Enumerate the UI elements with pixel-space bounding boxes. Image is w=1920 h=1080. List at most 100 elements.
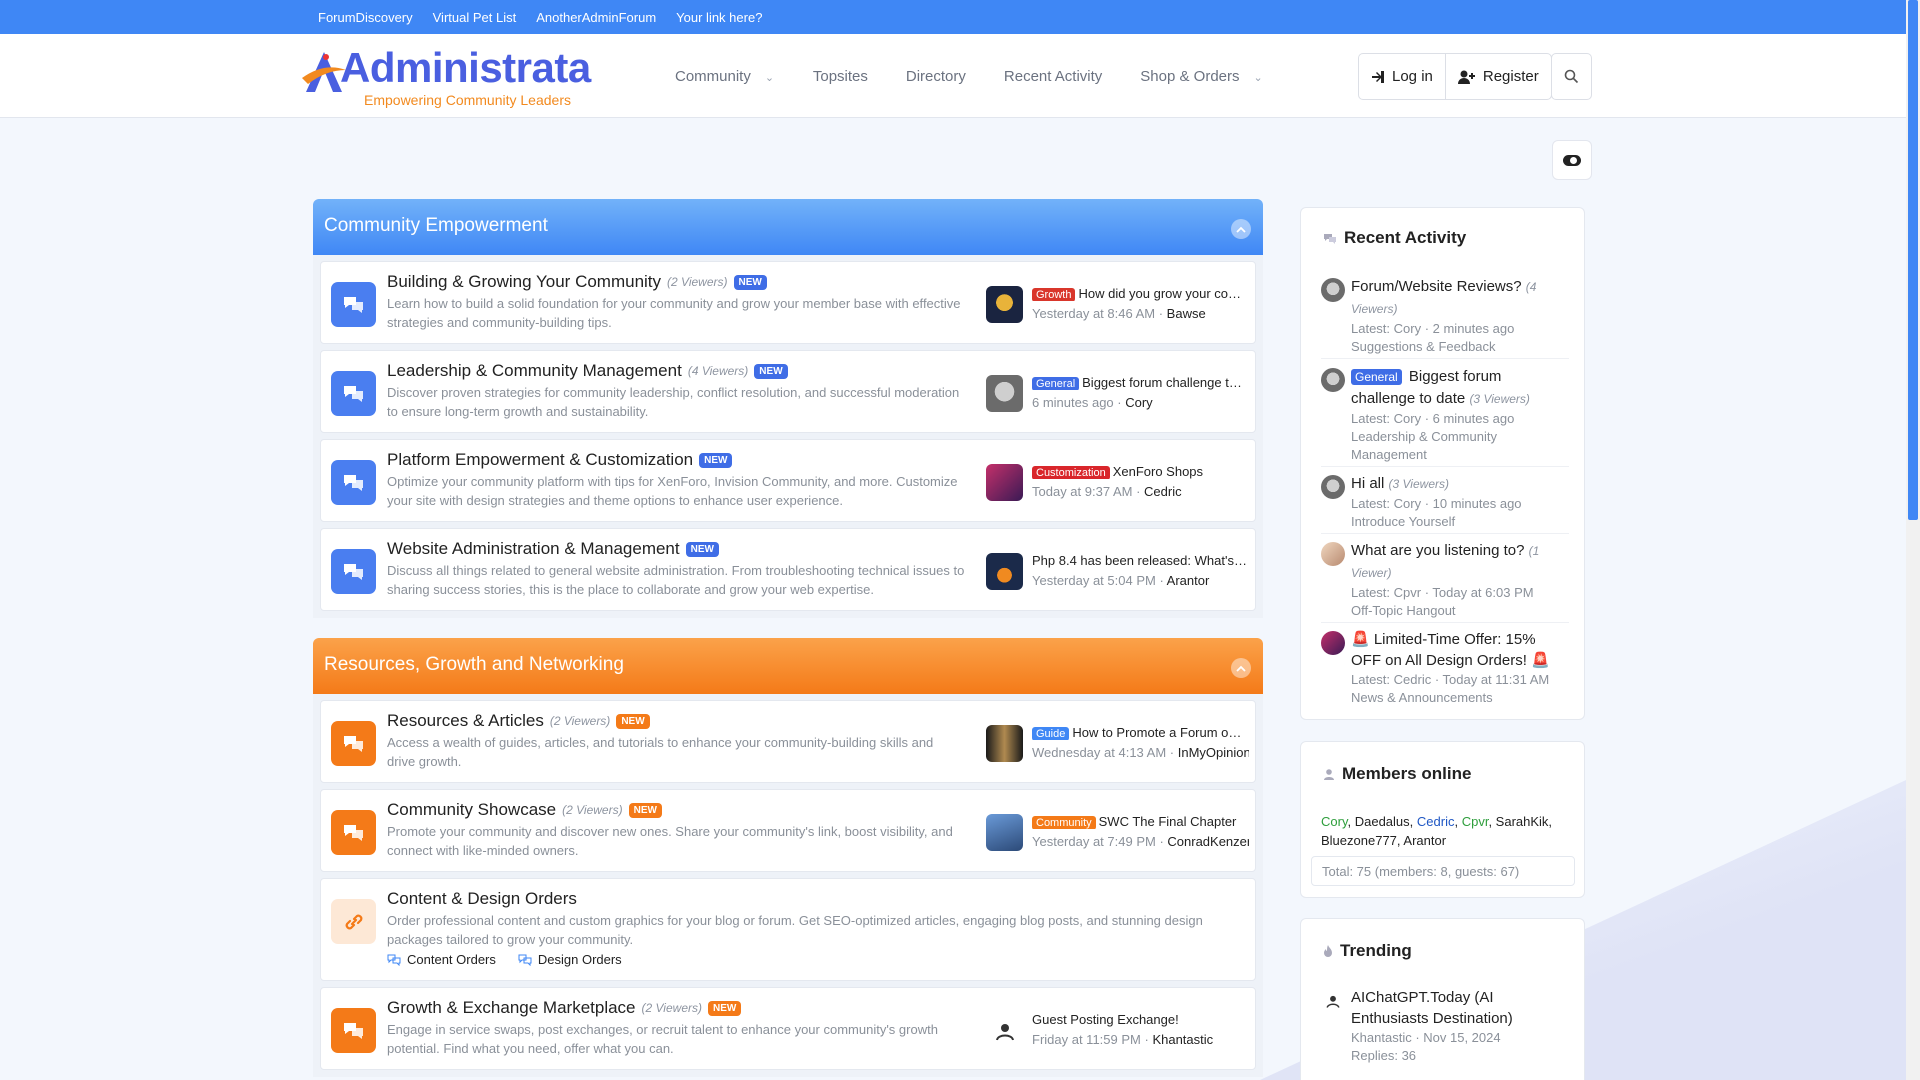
last-post-title-link[interactable]: GuideHow to Promote a Forum on Social Me… bbox=[1032, 725, 1247, 740]
nav-recent-activity[interactable]: Recent Activity bbox=[985, 68, 1121, 85]
activity-forum[interactable]: Leadership & Community Management bbox=[1351, 428, 1561, 464]
avatar[interactable] bbox=[986, 464, 1023, 501]
theme-toggle-button[interactable] bbox=[1552, 140, 1592, 180]
category-header[interactable]: Resources, Growth and Networking bbox=[313, 638, 1263, 694]
avatar[interactable] bbox=[986, 725, 1023, 762]
activity-forum[interactable]: Off-Topic Hangout bbox=[1351, 602, 1561, 620]
online-member[interactable]: Cpvr bbox=[1462, 814, 1489, 829]
last-post-user[interactable]: InMyOpinion bbox=[1178, 745, 1249, 760]
online-member[interactable]: SarahKik bbox=[1496, 814, 1549, 829]
avatar[interactable] bbox=[986, 375, 1023, 412]
collapse-button[interactable] bbox=[1231, 219, 1251, 239]
avatar[interactable] bbox=[986, 553, 1023, 590]
last-post-title-link[interactable]: Community SWC The Final Chapter bbox=[1032, 814, 1247, 829]
logo-text: Administrata bbox=[340, 44, 591, 91]
last-post-user[interactable]: Arantor bbox=[1167, 573, 1210, 588]
last-post-title-link[interactable]: Guest Posting Exchange! bbox=[1032, 1012, 1247, 1027]
category-body: Building & Growing Your Community (2 Vie… bbox=[313, 255, 1263, 618]
activity-title[interactable]: 🚨 Limited-Time Offer: 15% OFF on All Des… bbox=[1351, 631, 1550, 669]
forum-node[interactable]: Website Administration & Management NEW … bbox=[320, 528, 1256, 611]
avatar[interactable] bbox=[1321, 368, 1345, 392]
avatar[interactable] bbox=[1321, 631, 1345, 655]
last-post-user[interactable]: Khantastic bbox=[1152, 1032, 1213, 1047]
last-post-user[interactable]: Cory bbox=[1125, 395, 1152, 410]
online-member[interactable]: Daedalus bbox=[1355, 814, 1410, 829]
scrollbar[interactable] bbox=[1906, 0, 1920, 1080]
fire-icon bbox=[1324, 945, 1332, 957]
last-post-time: Wednesday at 4:13 AM bbox=[1032, 745, 1167, 760]
avatar[interactable] bbox=[986, 286, 1023, 323]
chat-bubbles-icon bbox=[343, 296, 363, 313]
avatar[interactable] bbox=[986, 814, 1023, 851]
forum-node[interactable]: Growth & Exchange Marketplace (2 Viewers… bbox=[320, 987, 1256, 1070]
nav-directory[interactable]: Directory bbox=[887, 68, 985, 85]
chevron-down-icon[interactable]: ⌄ bbox=[1254, 71, 1264, 84]
avatar[interactable] bbox=[1321, 475, 1345, 499]
forum-icon bbox=[331, 460, 376, 505]
trending-item-title[interactable]: AIChatGPT.Today (AI Enthusiasts Destinat… bbox=[1351, 987, 1561, 1029]
category-header[interactable]: Community Empowerment bbox=[313, 199, 1263, 255]
nav-topsites[interactable]: Topsites bbox=[794, 68, 887, 85]
online-member[interactable]: Cedric bbox=[1417, 814, 1455, 829]
last-post-user[interactable]: ConradKenzer bbox=[1167, 834, 1249, 849]
top-link-forumdiscovery[interactable]: ForumDiscovery bbox=[318, 10, 413, 25]
activity-title[interactable]: Forum/Website Reviews? bbox=[1351, 278, 1522, 295]
login-button[interactable]: Log in bbox=[1359, 54, 1445, 99]
last-post-title-link[interactable]: GrowthHow did you grow your community? bbox=[1032, 286, 1247, 301]
forum-title[interactable]: Content & Design Orders bbox=[387, 889, 577, 909]
register-button[interactable]: Register bbox=[1444, 54, 1551, 99]
top-link-virtual-pet-list[interactable]: Virtual Pet List bbox=[433, 10, 517, 25]
forum-node[interactable]: Resources & Articles (2 Viewers) NEW Acc… bbox=[320, 700, 1256, 783]
forum-title[interactable]: Resources & Articles bbox=[387, 711, 544, 731]
last-post-user[interactable]: Cedric bbox=[1144, 484, 1182, 499]
forum-title[interactable]: Community Showcase bbox=[387, 800, 556, 820]
collapse-button[interactable] bbox=[1231, 658, 1251, 678]
nav-shop-orders[interactable]: Shop & Orders ⌄ bbox=[1121, 68, 1282, 85]
subforum-content-orders[interactable]: Content Orders bbox=[387, 952, 496, 967]
add-user-icon bbox=[1457, 70, 1475, 84]
chat-bubbles-icon bbox=[518, 954, 532, 966]
forum-title[interactable]: Leadership & Community Management bbox=[387, 361, 682, 381]
forum-node[interactable]: Community Showcase (2 Viewers) NEW Promo… bbox=[320, 789, 1256, 872]
activity-forum[interactable]: Introduce Yourself bbox=[1351, 513, 1561, 531]
subforum-design-orders[interactable]: Design Orders bbox=[518, 952, 622, 967]
top-link-anotheradminforum[interactable]: AnotherAdminForum bbox=[536, 10, 656, 25]
nav-topsites-label: Topsites bbox=[812, 67, 868, 85]
forum-node[interactable]: Content & Design Orders Order profession… bbox=[320, 878, 1256, 981]
forum-description: Promote your community and discover new … bbox=[387, 824, 953, 858]
forum-title[interactable]: Growth & Exchange Marketplace bbox=[387, 998, 636, 1018]
online-member[interactable]: Bluezone777 bbox=[1321, 833, 1397, 848]
forum-title[interactable]: Platform Empowerment & Customization bbox=[387, 450, 693, 470]
avatar[interactable] bbox=[986, 1012, 1023, 1049]
activity-text: 🚨 Limited-Time Offer: 15% OFF on All Des… bbox=[1351, 629, 1561, 707]
online-member[interactable]: Arantor bbox=[1403, 833, 1446, 848]
avatar[interactable] bbox=[1321, 989, 1345, 1013]
forum-node[interactable]: Platform Empowerment & Customization NEW… bbox=[320, 439, 1256, 522]
avatar[interactable] bbox=[1321, 278, 1345, 302]
activity-title[interactable]: Hi all bbox=[1351, 475, 1384, 492]
activity-title-row: What are you listening to? (1 Viewer) bbox=[1351, 540, 1561, 584]
forum-title-row: Growth & Exchange Marketplace (2 Viewers… bbox=[387, 998, 965, 1018]
activity-forum[interactable]: News & Announcements bbox=[1351, 689, 1561, 707]
nav-community[interactable]: Community ⌄ bbox=[656, 68, 794, 85]
last-post-title-link[interactable]: Customization XenForo Shops bbox=[1032, 464, 1247, 479]
activity-forum[interactable]: Suggestions & Feedback bbox=[1351, 338, 1561, 356]
avatar[interactable] bbox=[1321, 542, 1345, 566]
top-link-your-link[interactable]: Your link here? bbox=[676, 10, 762, 25]
last-post-title-link[interactable]: Php 8.4 has been released: What's new? bbox=[1032, 553, 1247, 568]
forum-title[interactable]: Website Administration & Management bbox=[387, 539, 680, 559]
activity-title[interactable]: What are you listening to? bbox=[1351, 542, 1524, 559]
forum-icon bbox=[331, 549, 376, 594]
subforum-label[interactable]: Design Orders bbox=[538, 952, 622, 967]
last-post-title-link[interactable]: General Biggest forum challenge to date bbox=[1032, 375, 1247, 390]
forum-node[interactable]: Building & Growing Your Community (2 Vie… bbox=[320, 261, 1256, 344]
scrollbar-thumb[interactable] bbox=[1908, 0, 1918, 520]
forum-title[interactable]: Building & Growing Your Community bbox=[387, 272, 661, 292]
site-logo[interactable]: Administrata Empowering Community Leader… bbox=[302, 44, 592, 108]
chevron-down-icon[interactable]: ⌄ bbox=[765, 71, 775, 84]
forum-node[interactable]: Leadership & Community Management (4 Vie… bbox=[320, 350, 1256, 433]
online-member[interactable]: Cory bbox=[1321, 814, 1347, 829]
last-post-user[interactable]: Bawse bbox=[1167, 306, 1206, 321]
subforum-label[interactable]: Content Orders bbox=[407, 952, 496, 967]
search-button[interactable] bbox=[1551, 53, 1592, 100]
